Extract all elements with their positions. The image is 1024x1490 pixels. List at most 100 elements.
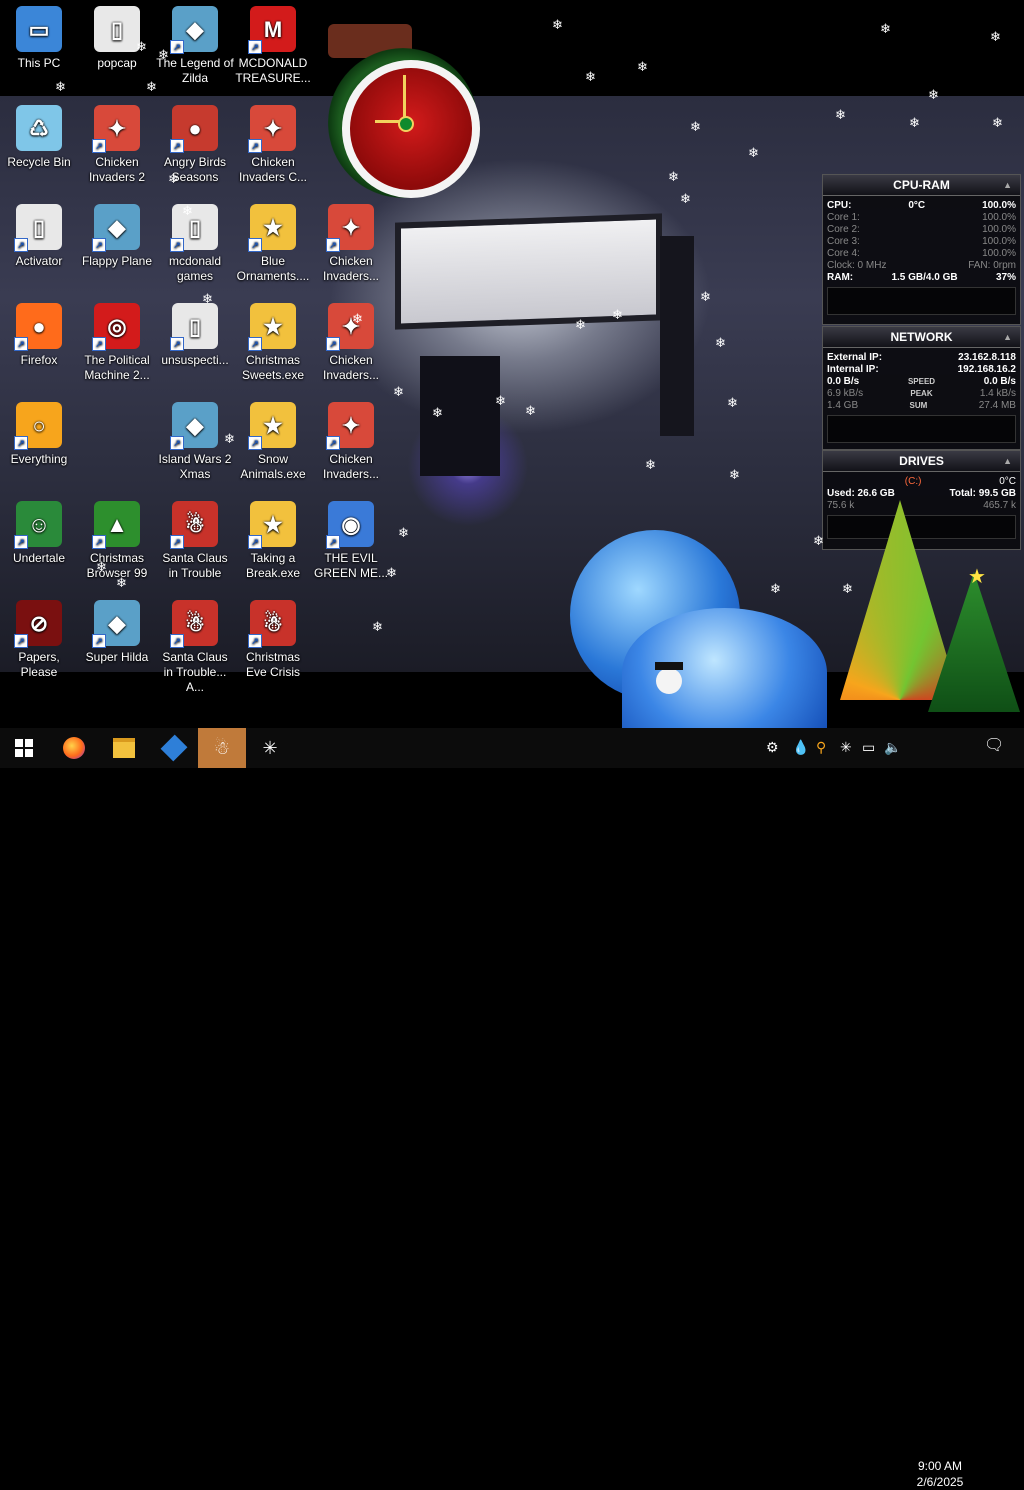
cpu-temp: 0°C [908, 200, 926, 211]
drives-gadget[interactable]: DRIVES ▲ (C:) 0°C Used: 26.6 GB Total: 99… [822, 450, 1021, 550]
desktop-icon[interactable]: ☃ ↗ Santa Claus in Trouble... A... [156, 600, 234, 695]
collapse-icon[interactable]: ▲ [1003, 327, 1012, 347]
drive-row: (C:) 0°C [823, 476, 1020, 488]
star-icon: ★ [968, 566, 986, 588]
snowflake-icon: ❄ [612, 307, 623, 322]
snowflake-icon: ❄ [495, 393, 506, 408]
desktop-icon[interactable]: ◆ ↗ Island Wars 2 Xmas [156, 402, 234, 482]
collapse-icon[interactable]: ▲ [1003, 451, 1012, 471]
gadget-header[interactable]: NETWORK ▲ [823, 327, 1020, 348]
snowflake-icon: ✳ [262, 738, 278, 758]
desktop-icon[interactable]: ● ↗ Firefox [0, 303, 78, 368]
desktop-icon[interactable]: ☃ ↗ Christmas Eve Crisis [234, 600, 312, 680]
game-icon: ◆ ↗ [170, 402, 218, 450]
collapse-icon[interactable]: ▲ [1003, 175, 1012, 195]
desktop-icon[interactable]: ★ ↗ Christmas Sweets.exe [234, 303, 312, 383]
desktop-icon[interactable]: ☃ ↗ Santa Claus in Trouble [156, 501, 234, 581]
desktop-icon-label: Santa Claus in Trouble... A... [162, 650, 228, 694]
shortcut-arrow-icon: ↗ [92, 535, 106, 549]
taskbar-clock[interactable]: 9:00 AM 2/6/2025 [910, 1458, 970, 1490]
desktop-icon[interactable]: ◆ ↗ Flappy Plane [78, 204, 156, 269]
network-gadget[interactable]: NETWORK ▲ External IP: 23.162.8.118 Inter… [822, 326, 1021, 450]
core-row: Core 2: 100.0% [823, 224, 1020, 236]
drive-total: Total: 99.5 GB [949, 488, 1017, 499]
shortcut-arrow-icon: ↗ [248, 535, 262, 549]
desktop-icon-label: Chicken Invaders... [322, 254, 380, 283]
taskbar-file-explorer[interactable] [100, 728, 148, 768]
snowflake-icon: ❄ [909, 115, 920, 130]
folder-icon: ▯ [94, 6, 140, 52]
core-value: 100.0% [982, 212, 1016, 223]
core-label: Core 2: [827, 224, 860, 235]
core-value: 100.0% [982, 236, 1016, 247]
volume-muted-icon[interactable]: 🔈 [884, 738, 901, 756]
start-button[interactable] [0, 728, 48, 768]
internal-ip-row: Internal IP: 192.168.16.2 [823, 364, 1020, 376]
snowflake-icon: ❄ [992, 115, 1003, 130]
desktop-icon[interactable]: ✦ ↗ Chicken Invaders 2 [78, 105, 156, 185]
drive-used: Used: 26.6 GB [827, 488, 895, 499]
core-value: 100.0% [982, 248, 1016, 259]
gadget-header[interactable]: DRIVES ▲ [823, 451, 1020, 472]
desktop-icon[interactable]: ✦ ↗ Chicken Invaders... [312, 303, 390, 383]
chicken-icon: ✦ ↗ [326, 402, 374, 450]
taskbar-firefox[interactable] [50, 728, 98, 768]
drive-letter[interactable]: (C:) [905, 476, 922, 488]
desktop-icon[interactable]: ✦ ↗ Chicken Invaders... [312, 402, 390, 482]
peak-down: 6.9 kB/s [827, 388, 864, 399]
desktop-icon[interactable]: ★ ↗ Taking a Break.exe [234, 501, 312, 581]
desktop-icon[interactable]: ▯ ↗ unsuspecti... [156, 303, 234, 368]
game-icon: ◆ ↗ [92, 600, 140, 648]
clock-gadget[interactable] [300, 20, 530, 220]
desktop-icon[interactable]: ▯ ↗ mcdonald games [156, 204, 234, 284]
shortcut-arrow-icon: ↗ [92, 238, 106, 252]
speed-row: 0.0 B/s SPEED 0.0 B/s [823, 376, 1020, 388]
desktop-icon[interactable]: ☺ ↗ Undertale [0, 501, 78, 566]
snowflake-tray-icon[interactable]: ✳ [840, 738, 852, 756]
drive-write: 465.7 k [983, 500, 1016, 511]
desktop-icon-label: This PC [17, 56, 61, 70]
santa-icon: ☃ ↗ [170, 501, 218, 549]
snowflake-icon: ❄ [585, 69, 596, 84]
shortcut-arrow-icon: ↗ [170, 40, 184, 54]
desktop-icon[interactable]: ▯ ↗ Activator [0, 204, 78, 269]
desktop-icon-label: Blue Ornaments.... [236, 254, 310, 283]
cpu-label: CPU: [827, 200, 852, 211]
peak-row: 6.9 kB/s PEAK 1.4 kB/s [823, 388, 1020, 400]
droplet-icon[interactable]: 💧 [792, 738, 809, 756]
ram-value: 1.5 GB/4.0 GB [891, 272, 958, 283]
network-icon[interactable]: ▭ [862, 738, 875, 756]
taskbar-app[interactable] [150, 728, 198, 768]
desktop-icon[interactable]: ⊘ ↗ Papers, Please [0, 600, 78, 680]
desktop-icon[interactable]: ♺ Recycle Bin [0, 105, 78, 170]
desktop-icon[interactable]: ○ ↗ Everything [0, 402, 78, 467]
angry-birds-icon: ● ↗ [170, 105, 218, 153]
desktop-icon[interactable]: ▭ This PC [0, 6, 78, 71]
shortcut-arrow-icon: ↗ [248, 436, 262, 450]
network-monitor-icon[interactable]: ⚙ [766, 738, 779, 756]
snowflake-icon: ❄ [575, 317, 586, 332]
taskbar-snowflake-app[interactable]: ✳ [248, 728, 292, 768]
desktop-icon[interactable]: ★ ↗ Snow Animals.exe [234, 402, 312, 482]
ram-row: RAM: 1.5 GB/4.0 GB 37% [823, 272, 1020, 284]
desktop-icon[interactable]: ▲ ↗ Christmas Browser 99 [78, 501, 156, 581]
desktop-icon[interactable]: ◆ ↗ Super Hilda [78, 600, 156, 665]
desktop: ▭ This PC ▯ popcap ◆ ↗ The Legend of Zilda M ↗ MC… [0, 0, 1024, 728]
cpu-ram-gadget[interactable]: CPU-RAM ▲ CPU: 0°C 100.0% Core 1: 100.0% … [822, 174, 1021, 325]
desktop-icon[interactable]: ◆ ↗ The Legend of Zilda [156, 6, 234, 86]
desktop-icon[interactable]: ◉ ↗ THE EVIL GREEN ME... [312, 501, 390, 581]
snowman-icon [656, 668, 682, 694]
search-tray-icon[interactable]: ⚲ [816, 738, 826, 756]
sum-up: 27.4 MB [978, 400, 1016, 411]
notification-icon[interactable]: 🗨 [984, 737, 1004, 755]
snowflake-icon: ❄ [748, 145, 759, 160]
core-value: 100.0% [982, 224, 1016, 235]
snowflake-icon: ❄ [700, 289, 711, 304]
gadget-header[interactable]: CPU-RAM ▲ [823, 175, 1020, 196]
shortcut-arrow-icon: ↗ [14, 337, 28, 351]
snowflake-icon: ❄ [352, 311, 363, 326]
desktop-icon[interactable]: ◎ ↗ The Political Machine 2... [78, 303, 156, 383]
snowflake-icon: ❄ [680, 191, 691, 206]
taskbar-active-app[interactable]: ☃ [198, 728, 246, 768]
gadget-title: DRIVES [899, 454, 944, 468]
